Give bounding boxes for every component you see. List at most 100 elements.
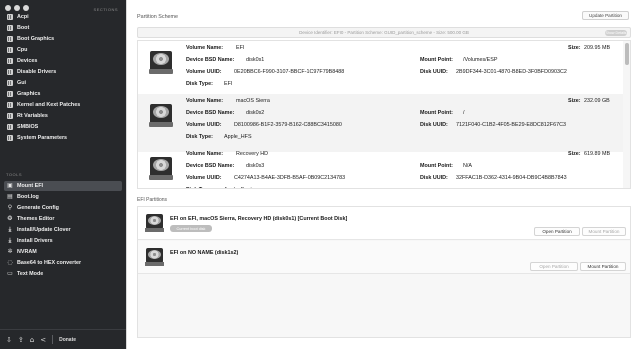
sidebar-item-mount-efi[interactable]: ▣ Mount EFI [4,181,122,191]
disk-uuid-label: Disk UUID: [420,175,448,181]
mount-partition-button[interactable]: Mount Partition [582,227,626,236]
volume-name-value: EFI [236,45,245,51]
partition-list-scrollbar[interactable] [623,41,630,188]
sidebar-item-label: Mount EFI [17,183,44,189]
sidebar-item-label: Base64 to HEX converter [17,260,82,266]
partition-row[interactable]: Volume Name: EFI Size: 209.95 MB Device … [138,41,624,99]
partition-row[interactable]: Volume Name: macOS Sierra Size: 232.09 G… [138,94,624,152]
install-icon: ⤓ [8,237,12,244]
efi-partition-title: EFI on EFI, macOS Sierra, Recovery HD (d… [170,216,348,222]
sidebar-item-generate-config[interactable]: ⚲ Generate Config [4,203,122,213]
sidebar-item-label: Cpu [17,47,28,53]
grid-icon [7,113,13,119]
partition-scheme-label: Partition Scheme [137,14,179,20]
volume-uuid-label: Volume UUID: [186,175,222,181]
disk-type-label: Disk Type: [186,134,213,140]
volume-name-value: Recovery HD [236,151,269,157]
mount-point-label: Mount Point: [420,57,453,63]
sidebar-item-gui[interactable]: Gui [4,78,122,88]
efi-partition-row[interactable]: EFI on NO NAME (disk1s2) Open Partition … [138,241,630,274]
grid-icon [7,135,13,141]
home-icon[interactable]: ⌂ [30,336,34,344]
open-partition-button[interactable]: Open Partition [534,227,580,236]
partition-row[interactable]: Volume Name: Recovery HD Size: 619.89 MB… [138,147,624,188]
size-label: Size: [568,151,581,157]
disk-type-label: Disk Type: [186,81,213,87]
sidebar-item-devices[interactable]: Devices [4,56,122,66]
sidebar-item-cpu[interactable]: Cpu [4,45,122,55]
size-label: Size: [568,45,581,51]
volume-name-label: Volume Name: [186,98,224,104]
device-bsd-name-value: disk0s3 [246,163,265,169]
efi-partitions-panel: EFI on EFI, macOS Sierra, Recovery HD (d… [137,206,631,338]
sidebar-item-label: Generate Config [17,205,59,211]
sidebar-item-kernel-kext-patches[interactable]: Kernel and Kext Patches [4,100,122,110]
size-label: Size: [568,98,581,104]
window-controls [5,5,29,11]
sidebar-item-themes-editor[interactable]: ❂ Themes Editor [4,214,122,224]
disk-uuid-value: 32FFAC1B-D362-4314-9B04-DB9C4B8B7843 [456,175,567,181]
sidebar-item-label: System Parameters [17,135,68,141]
sidebar-item-label: Gui [17,80,26,86]
zoom-window-button[interactable] [23,5,29,11]
sidebar-item-boot[interactable]: Boot [4,23,122,33]
size-value: 619.89 MB [584,151,611,157]
sidebar-item-system-parameters[interactable]: System Parameters [4,133,122,143]
device-bsd-name-value: disk0s1 [246,57,265,63]
disk-type-value: Apple_HFS [224,134,252,140]
hard-disk-icon [149,155,173,181]
sidebar-item-install-update-clover[interactable]: ⤓ Install/Update Clover [4,225,122,235]
sidebar-item-boot-log[interactable]: ▤ Boot.log [4,192,122,202]
volume-uuid-value: 0E20BBC6-F990-3107-BBCF-1C97F79B8488 [234,69,345,75]
device-bsd-name-label: Device BSD Name: [186,110,235,116]
mount-point-value: / [463,110,465,116]
mount-point-value: N/A [463,163,472,169]
efi-partition-row[interactable]: EFI on EFI, macOS Sierra, Recovery HD (d… [138,207,630,240]
sidebar-item-graphics[interactable]: Graphics [4,89,122,99]
partition-scheme-text: Device Identifier: EFI0 - Partition Sche… [299,30,469,35]
volume-name-label: Volume Name: [186,151,224,157]
grid-icon [7,14,13,20]
mount-partition-button[interactable]: Mount Partition [580,262,626,271]
hard-disk-icon [145,213,164,233]
update-partition-button[interactable]: Update Partition [582,11,629,20]
volume-uuid-value: C4274A13-B4AE-3DFB-B5AF-0B09C2134783 [234,175,346,181]
sidebar-item-label: Boot.log [17,194,39,200]
sidebar-item-nvram[interactable]: ✲ NVRAM [4,247,122,257]
donate-button[interactable]: Donate [59,337,76,343]
disk-type-label: Disk Type: [186,187,213,188]
sidebar-item-text-mode[interactable]: ▭ Text Mode [4,269,122,279]
import-icon[interactable]: ⇩ [6,336,12,344]
share-icon[interactable]: < [40,336,46,344]
size-value: 232.09 GB [584,98,610,104]
export-icon[interactable]: ⇪ [18,336,24,344]
mount-point-label: Mount Point: [420,110,453,116]
sidebar-item-base64-hex-converter[interactable]: ◌ Base64 to HEX converter [4,258,122,268]
main-content: Partition Scheme Update Partition Device… [126,0,638,349]
sidebar-item-boot-graphics[interactable]: Boot Graphics [4,34,122,44]
scrollbar-thumb[interactable] [625,43,629,65]
show-details-button[interactable]: Show Details [605,30,627,36]
sidebar-item-install-drivers[interactable]: ⤓ Install Drivers [4,236,122,246]
convert-icon: ◌ [7,259,13,266]
open-partition-button[interactable]: Open Partition [530,262,578,271]
close-window-button[interactable] [5,5,11,11]
disk-uuid-label: Disk UUID: [420,69,448,75]
volume-uuid-value: D8100986-B1F2-3579-B162-C88BC3415080 [234,122,342,128]
grid-icon [7,80,13,86]
sidebar-item-acpi[interactable]: Acpi [4,12,122,22]
sidebar-toolbar: ⇩ ⇪ ⌂ < Donate [0,329,126,349]
minimize-window-button[interactable] [14,5,20,11]
sidebar-item-label: Graphics [17,91,41,97]
sidebar-item-smbios[interactable]: SMBIOS [4,122,122,132]
disk-uuid-label: Disk UUID: [420,122,448,128]
hard-disk-icon [149,49,173,75]
hard-disk-icon [149,102,173,128]
disk-icon: ▣ [7,182,13,189]
sidebar-item-rt-variables[interactable]: Rt Variables [4,111,122,121]
mount-point-label: Mount Point: [420,163,453,169]
sidebar-item-label: SMBIOS [17,124,39,130]
sidebar-item-disable-drivers[interactable]: Disable Drivers [4,67,122,77]
grid-icon [7,102,13,108]
sidebar-item-label: Acpi [17,14,29,20]
